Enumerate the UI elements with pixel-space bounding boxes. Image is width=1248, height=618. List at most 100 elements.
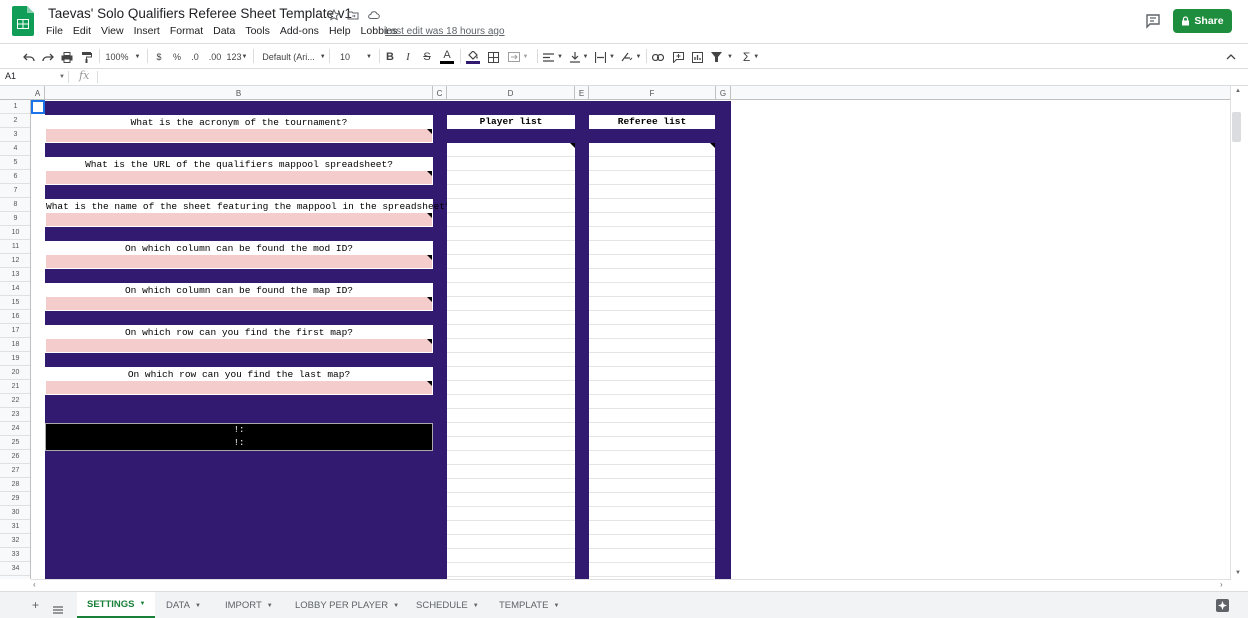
- tab-lobby-per-player[interactable]: LOBBY PER PLAYER ▼: [295, 592, 399, 618]
- text-wrap-icon[interactable]: ▼: [594, 48, 616, 66]
- vertical-scroll-thumb[interactable]: [1232, 112, 1241, 142]
- add-sheet-icon[interactable]: +: [32, 598, 39, 612]
- menu-file[interactable]: File: [41, 25, 68, 39]
- row-header[interactable]: 8: [0, 198, 30, 212]
- more-formats-button[interactable]: 123 ▼: [226, 48, 248, 66]
- referee-list-cells[interactable]: [589, 143, 715, 579]
- answer-cell[interactable]: [46, 129, 432, 142]
- question-cell[interactable]: On which row can you find the first map?: [45, 325, 433, 353]
- tab-import[interactable]: IMPORT ▼: [225, 592, 273, 618]
- row-header[interactable]: 20: [0, 366, 30, 380]
- sheet-grid[interactable]: What is the acronym of the tournament? W…: [31, 100, 1230, 579]
- answer-cell[interactable]: [46, 255, 432, 268]
- scroll-down-icon[interactable]: ▼: [1235, 570, 1241, 576]
- percent-format-button[interactable]: %: [171, 48, 183, 66]
- row-header[interactable]: 3: [0, 128, 30, 142]
- row-header[interactable]: 19: [0, 352, 30, 366]
- column-header-e[interactable]: E: [575, 86, 589, 100]
- insert-comment-icon[interactable]: [671, 48, 685, 66]
- redo-icon[interactable]: [41, 48, 55, 66]
- text-rotation-icon[interactable]: ▼: [620, 48, 642, 66]
- horizontal-scrollbar[interactable]: ‹ ›: [31, 579, 1230, 591]
- borders-icon[interactable]: [486, 48, 500, 66]
- font-size-select[interactable]: 10 ▼: [337, 48, 375, 66]
- document-title[interactable]: Taevas' Solo Qualifiers Referee Sheet Te…: [48, 6, 352, 21]
- row-header[interactable]: 4: [0, 142, 30, 156]
- error-cell[interactable]: !: !:: [45, 423, 433, 451]
- answer-cell[interactable]: [46, 339, 432, 352]
- row-header[interactable]: 1: [0, 100, 30, 114]
- insert-link-icon[interactable]: [651, 48, 665, 66]
- last-edit-link[interactable]: Last edit was 18 hours ago: [385, 26, 505, 37]
- currency-format-button[interactable]: $: [153, 48, 165, 66]
- row-header[interactable]: 22: [0, 394, 30, 408]
- paint-format-icon[interactable]: [79, 48, 93, 66]
- row-header[interactable]: 25: [0, 436, 30, 450]
- star-icon[interactable]: [327, 8, 342, 22]
- column-header-f[interactable]: F: [589, 86, 716, 100]
- scroll-right-icon[interactable]: ›: [1220, 580, 1223, 589]
- row-header[interactable]: 31: [0, 520, 30, 534]
- all-sheets-icon[interactable]: [53, 601, 63, 618]
- formula-input[interactable]: [98, 69, 1228, 85]
- row-header[interactable]: 26: [0, 450, 30, 464]
- row-header[interactable]: 17: [0, 324, 30, 338]
- row-header[interactable]: 10: [0, 226, 30, 240]
- filter-icon[interactable]: ▼: [709, 48, 735, 66]
- question-cell[interactable]: On which row can you find the last map?: [45, 367, 433, 395]
- question-cell[interactable]: On which column can be found the map ID?: [45, 283, 433, 311]
- column-header-b[interactable]: B: [45, 86, 433, 100]
- answer-cell[interactable]: [46, 381, 432, 394]
- menu-add-ons[interactable]: Add-ons: [275, 25, 324, 39]
- menu-edit[interactable]: Edit: [68, 25, 96, 39]
- row-header[interactable]: 12: [0, 254, 30, 268]
- text-color-button[interactable]: A: [439, 48, 455, 66]
- question-cell[interactable]: What is the URL of the qualifiers mappoo…: [45, 157, 433, 185]
- row-header[interactable]: 7: [0, 184, 30, 198]
- column-header-c[interactable]: C: [433, 86, 447, 100]
- row-header[interactable]: 11: [0, 240, 30, 254]
- row-header[interactable]: 6: [0, 170, 30, 184]
- collapse-menu-icon[interactable]: [1224, 48, 1238, 66]
- column-header-g[interactable]: G: [716, 86, 731, 100]
- player-list-cells[interactable]: [447, 143, 575, 579]
- merge-cells-icon[interactable]: ▼: [505, 48, 531, 66]
- row-header[interactable]: 15: [0, 296, 30, 310]
- referee-list-header[interactable]: Referee list: [589, 115, 715, 129]
- menu-data[interactable]: Data: [208, 25, 240, 39]
- move-folder-icon[interactable]: [347, 8, 361, 22]
- undo-icon[interactable]: [22, 48, 36, 66]
- answer-cell[interactable]: [46, 297, 432, 310]
- row-header[interactable]: 21: [0, 380, 30, 394]
- strikethrough-button[interactable]: S: [420, 48, 434, 66]
- row-header[interactable]: 28: [0, 478, 30, 492]
- scroll-up-icon[interactable]: ▲: [1235, 88, 1241, 94]
- row-header[interactable]: 33: [0, 548, 30, 562]
- menu-view[interactable]: View: [96, 25, 129, 39]
- row-header[interactable]: 18: [0, 338, 30, 352]
- row-header[interactable]: 23: [0, 408, 30, 422]
- comments-icon[interactable]: [1145, 13, 1161, 29]
- name-box-dropdown-icon[interactable]: ▼: [59, 74, 65, 80]
- answer-cell[interactable]: [46, 213, 432, 226]
- menu-insert[interactable]: Insert: [129, 25, 165, 39]
- tab-settings[interactable]: SETTINGS ▼: [77, 592, 156, 618]
- tab-schedule[interactable]: SCHEDULE ▼: [416, 592, 479, 618]
- row-header[interactable]: 14: [0, 282, 30, 296]
- cloud-status-icon[interactable]: [367, 8, 381, 22]
- font-select[interactable]: Default (Ari... ▼: [262, 48, 326, 66]
- column-header-a[interactable]: A: [31, 86, 45, 100]
- tab-data[interactable]: DATA ▼: [166, 592, 201, 618]
- question-cell[interactable]: What is the name of the sheet featuring …: [45, 199, 451, 227]
- share-button[interactable]: Share: [1173, 9, 1232, 33]
- decrease-decimal-button[interactable]: .0: [188, 48, 202, 66]
- menu-help[interactable]: Help: [324, 25, 356, 39]
- question-cell[interactable]: On which column can be found the mod ID?: [45, 241, 433, 269]
- tab-template[interactable]: TEMPLATE ▼: [499, 592, 559, 618]
- row-header[interactable]: 29: [0, 492, 30, 506]
- zoom-select[interactable]: 100% ▼: [104, 48, 142, 66]
- horizontal-align-icon[interactable]: ▼: [542, 48, 564, 66]
- player-list-header[interactable]: Player list: [447, 115, 575, 129]
- active-cell-selection[interactable]: [31, 100, 45, 114]
- name-box[interactable]: A1: [5, 71, 16, 81]
